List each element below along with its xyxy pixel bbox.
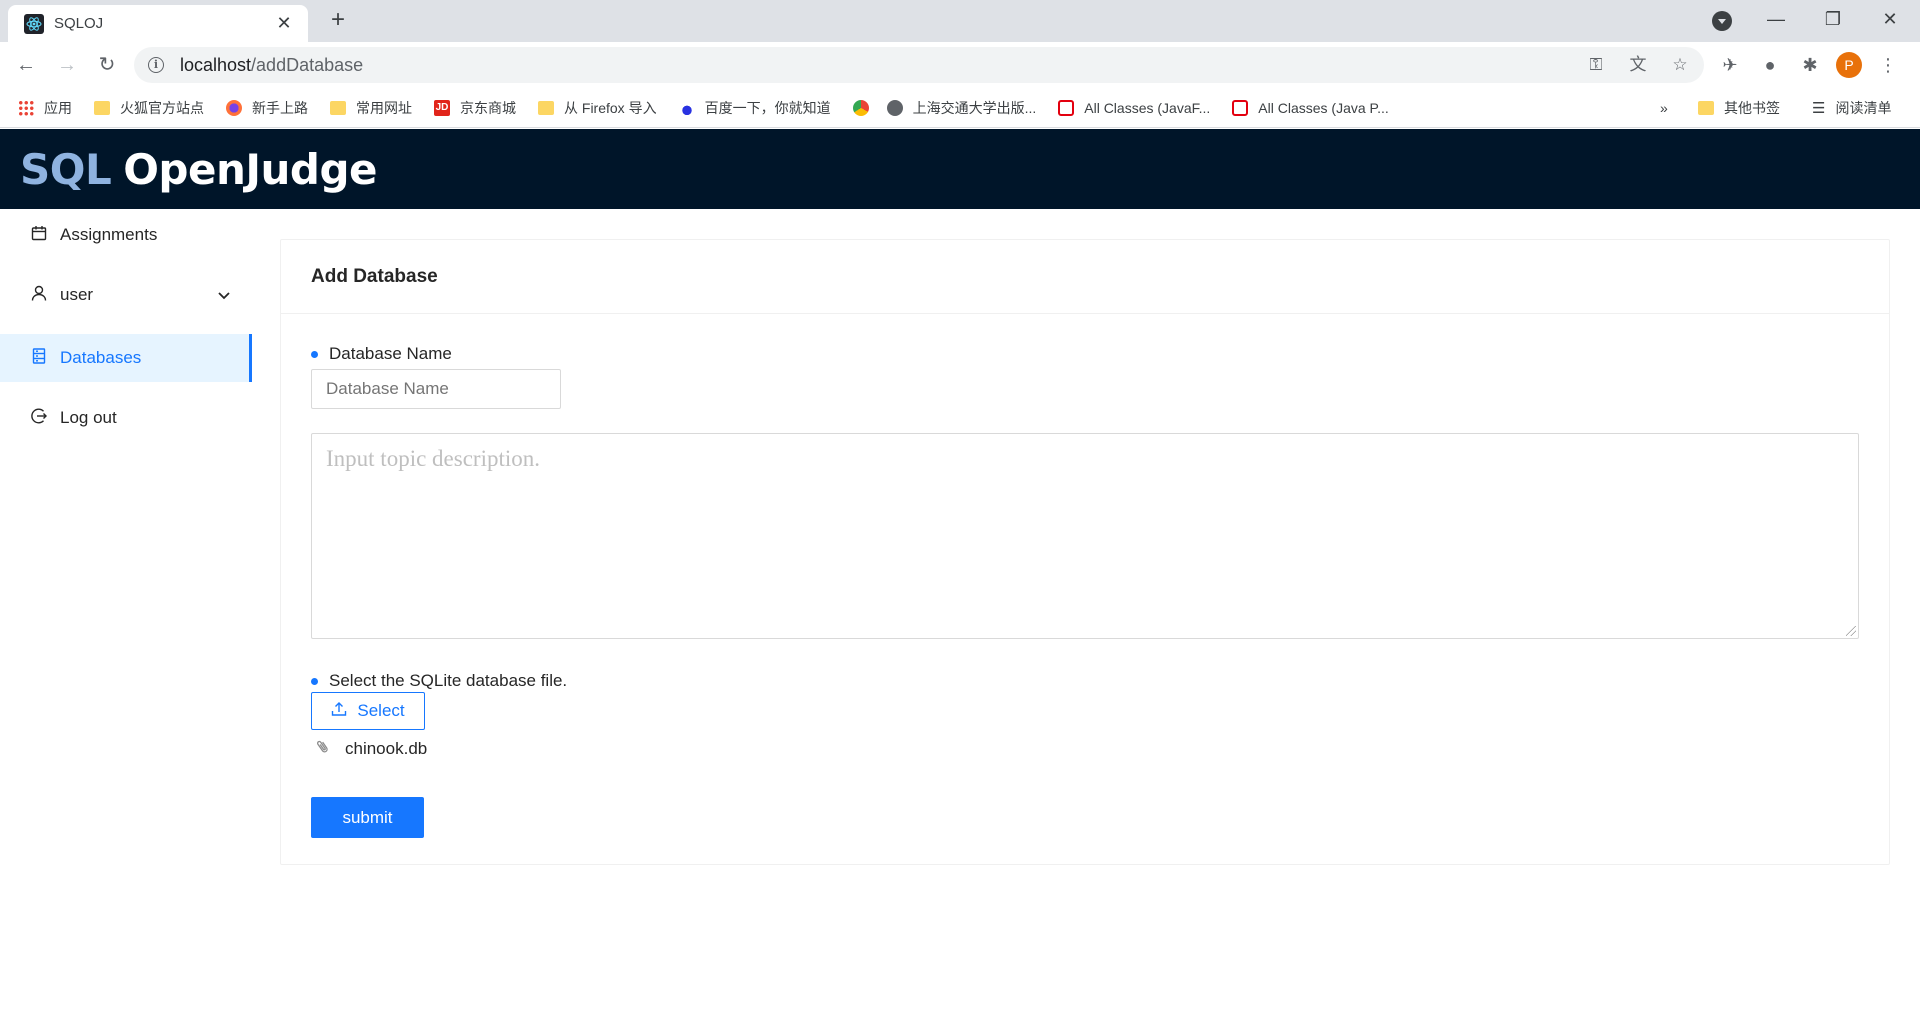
- apps-grid-icon: [18, 99, 34, 116]
- bookmark-item[interactable]: JD 京东商城: [434, 98, 516, 118]
- folder-icon: [538, 100, 554, 115]
- baidu-paw-icon: [678, 99, 695, 116]
- chevron-down-icon: [218, 288, 230, 303]
- sidebar-item-label: Assignments: [60, 225, 158, 244]
- bookmark-item[interactable]: 上海交通大学出版...: [886, 98, 1036, 118]
- react-favicon-icon: [24, 13, 44, 34]
- bookmark-item[interactable]: [852, 99, 869, 116]
- url-text: localhost/addDatabase: [180, 54, 364, 75]
- new-tab-button[interactable]: +: [326, 8, 350, 33]
- extensions-puzzle-icon[interactable]: ✱: [1796, 51, 1824, 79]
- bookmarks-overflow-button[interactable]: »: [1660, 88, 1668, 128]
- minimize-icon[interactable]: —: [1764, 8, 1788, 32]
- key-icon[interactable]: ⚿: [1584, 53, 1608, 77]
- reading-list-icon: ☰: [1812, 100, 1826, 117]
- required-dot-icon: [311, 677, 318, 685]
- add-database-card: Add Database Database Name Input topic d…: [280, 239, 1890, 865]
- bookmark-item[interactable]: 新手上路: [226, 98, 308, 118]
- bookmark-item[interactable]: 常用网址: [330, 98, 412, 118]
- chrome-icon: [852, 99, 869, 116]
- window-close-icon[interactable]: ✕: [1878, 8, 1902, 32]
- bookmark-item[interactable]: All Classes (JavaF...: [1058, 99, 1210, 116]
- paperclip-icon: [312, 736, 336, 761]
- browser-toolbar: ← → ↻ i localhost/addDatabase ⚿ 文 ☆ ✈ ● …: [0, 42, 1920, 88]
- jd-icon: JD: [434, 99, 450, 116]
- user-icon: [30, 285, 48, 306]
- bookmark-item[interactable]: 从 Firefox 导入: [538, 98, 657, 118]
- description-textarea[interactable]: Input topic description.: [311, 433, 1859, 639]
- browser-tab-strip: SQLOJ ✕ + — ❐ ✕: [0, 0, 1920, 42]
- sidebar-item-label: Databases: [60, 348, 142, 367]
- extension-mask-icon[interactable]: ●: [1756, 51, 1784, 79]
- logout-icon: [30, 408, 48, 429]
- sidebar-item-label: Log out: [60, 408, 117, 427]
- database-icon: [30, 347, 48, 369]
- bookmark-item[interactable]: 百度一下，你就知道: [678, 98, 831, 118]
- restore-icon[interactable]: ❐: [1821, 8, 1845, 32]
- calendar-icon: [30, 225, 48, 246]
- bookmark-item[interactable]: 火狐官方站点: [94, 98, 204, 118]
- sidebar-item-assignments[interactable]: Assignments: [0, 211, 252, 259]
- uploaded-file-item[interactable]: chinook.db: [317, 738, 427, 759]
- browser-tab[interactable]: SQLOJ ✕: [8, 5, 308, 42]
- oracle-icon: [1232, 99, 1249, 116]
- folder-icon: [330, 100, 346, 115]
- address-bar[interactable]: i localhost/addDatabase ⚿ 文 ☆: [134, 47, 1704, 83]
- browser-menu-icon[interactable]: ⋮: [1874, 51, 1902, 79]
- folder-icon: [94, 100, 110, 115]
- upload-icon: [331, 701, 347, 722]
- tab-search-icon[interactable]: [1712, 11, 1732, 31]
- app-header: SQL OpenJudge: [0, 129, 1920, 209]
- file-name: chinook.db: [345, 738, 428, 758]
- file-label: Select the SQLite database file.: [311, 671, 567, 691]
- folder-icon: [1698, 101, 1714, 115]
- extension-bird-icon[interactable]: ✈: [1716, 51, 1744, 79]
- resize-handle-icon[interactable]: [1846, 626, 1856, 636]
- tab-title: SQLOJ: [54, 15, 104, 32]
- tab-close-icon[interactable]: ✕: [274, 13, 294, 34]
- required-dot-icon: [311, 350, 318, 358]
- other-bookmarks[interactable]: 其他书签: [1698, 88, 1780, 128]
- select-file-button[interactable]: Select: [311, 692, 425, 730]
- bookmarks-bar: 应用 火狐官方站点 新手上路 常用网址 JD 京东商城 从 Firefox 导入 …: [0, 88, 1920, 128]
- sidebar-item-databases[interactable]: Databases: [0, 334, 252, 382]
- bookmark-star-icon[interactable]: ☆: [1668, 53, 1692, 77]
- translate-icon[interactable]: 文: [1626, 53, 1650, 77]
- description-placeholder: Input topic description.: [326, 446, 540, 471]
- reload-icon[interactable]: ↻: [93, 51, 121, 79]
- globe-icon: [886, 99, 903, 116]
- submit-button[interactable]: submit: [311, 797, 424, 838]
- firefox-icon: [226, 99, 242, 116]
- reading-list[interactable]: ☰ 阅读清单: [1812, 88, 1891, 128]
- sidebar-item-label: user: [60, 285, 94, 304]
- back-icon[interactable]: ←: [12, 51, 40, 79]
- profile-avatar[interactable]: P: [1836, 52, 1862, 78]
- site-info-icon[interactable]: i: [148, 57, 164, 73]
- database-name-input[interactable]: [311, 369, 561, 409]
- oracle-icon: [1058, 99, 1075, 116]
- select-button-label: Select: [357, 701, 405, 720]
- forward-icon[interactable]: →: [53, 51, 81, 79]
- sidebar-item-logout[interactable]: Log out: [0, 394, 252, 442]
- sidebar-item-user[interactable]: user: [0, 271, 252, 319]
- database-name-label: Database Name: [311, 344, 452, 364]
- app-logo[interactable]: SQL OpenJudge: [20, 145, 378, 194]
- card-title: Add Database: [281, 240, 1889, 314]
- bookmark-item[interactable]: All Classes (Java P...: [1232, 99, 1389, 116]
- bookmark-item[interactable]: 应用: [18, 98, 72, 118]
- sidebar-menu: Assignments user Databases Log out: [0, 209, 252, 1030]
